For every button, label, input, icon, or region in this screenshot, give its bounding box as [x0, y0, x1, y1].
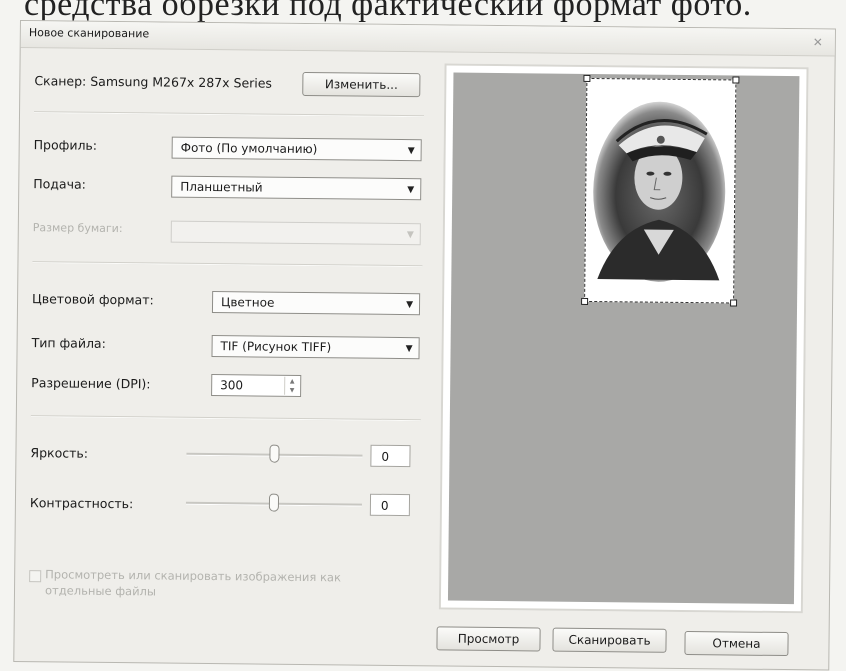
- resolution-spinner[interactable]: 300 ▲ ▼: [211, 374, 302, 397]
- crop-handle[interactable]: [732, 76, 740, 84]
- contrast-slider-thumb[interactable]: [268, 493, 280, 512]
- feed-select[interactable]: Планшетный ▼: [171, 175, 422, 201]
- file-type-select-value: TIF (Рисунок TIFF): [220, 339, 332, 355]
- scanner-label: Сканер: Samsung M267x 287x Series: [34, 73, 273, 91]
- separate-files-label-line2: отдельные файлы: [44, 583, 157, 599]
- file-type-select[interactable]: TIF (Рисунок TIFF) ▼: [211, 335, 420, 360]
- crop-handle[interactable]: [581, 297, 589, 305]
- divider: [34, 111, 425, 118]
- paper-size-select: ▼: [170, 220, 421, 246]
- crop-selection[interactable]: [581, 74, 740, 307]
- scanned-photo-image: [593, 101, 726, 282]
- profile-label: Профиль:: [33, 137, 98, 153]
- color-format-label: Цветовой формат:: [32, 291, 154, 308]
- separate-files-label-line1: Просмотреть или сканировать изображения …: [45, 567, 342, 585]
- contrast-label: Контрастность:: [29, 495, 134, 512]
- window-title: Новое сканирование: [28, 26, 150, 41]
- brightness-label: Яркость:: [30, 445, 89, 461]
- chevron-down-icon: ▼: [407, 185, 415, 196]
- color-format-select-value: Цветное: [220, 295, 275, 310]
- brightness-slider-thumb[interactable]: [269, 444, 280, 463]
- chevron-down-icon: ▼: [406, 230, 414, 241]
- close-icon[interactable]: ✕: [813, 35, 823, 49]
- chevron-down-icon: ▼: [407, 146, 415, 157]
- file-type-label: Тип файла:: [31, 335, 106, 351]
- crop-handle[interactable]: [730, 299, 738, 307]
- change-scanner-button[interactable]: Изменить...: [302, 71, 421, 98]
- divider: [32, 261, 423, 268]
- chevron-down-icon: ▼: [405, 344, 413, 355]
- resolution-label: Разрешение (DPI):: [31, 375, 151, 392]
- resolution-value: 300: [220, 378, 244, 393]
- scan-button[interactable]: Сканировать: [552, 627, 667, 653]
- feed-label: Подача:: [33, 176, 86, 192]
- preview-scan-area[interactable]: [447, 72, 800, 605]
- paper-size-label: Размер бумаги:: [32, 221, 123, 236]
- color-format-select[interactable]: Цветное ▼: [211, 291, 421, 316]
- preview-pane: [438, 63, 809, 614]
- brightness-value[interactable]: 0: [370, 444, 411, 468]
- divider: [30, 415, 421, 422]
- separate-files-checkbox: [29, 570, 42, 583]
- spin-arrows-icon[interactable]: ▲ ▼: [284, 376, 300, 395]
- cancel-button[interactable]: Отмена: [684, 630, 789, 657]
- crop-handle[interactable]: [583, 74, 591, 82]
- feed-select-value: Планшетный: [180, 179, 263, 195]
- chevron-down-icon: ▼: [406, 300, 414, 311]
- profile-select-value: Фото (По умолчанию): [180, 140, 318, 157]
- profile-select[interactable]: Фото (По умолчанию) ▼: [171, 136, 422, 162]
- preview-button[interactable]: Просмотр: [436, 626, 541, 652]
- contrast-value[interactable]: 0: [369, 493, 411, 517]
- new-scan-dialog: Новое сканирование ✕ Сканер: Samsung M26…: [13, 20, 836, 671]
- title-bar: Новое сканирование ✕: [20, 21, 835, 57]
